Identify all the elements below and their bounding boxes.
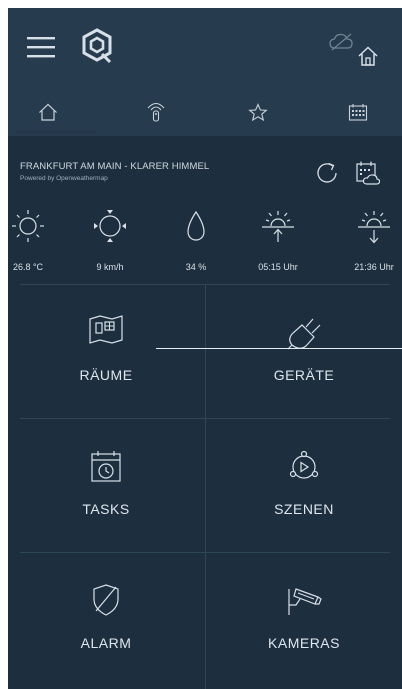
tile-label: TASKS	[82, 501, 130, 517]
weather-temperature: 26.8 °C	[8, 206, 58, 272]
floorplan-icon	[89, 315, 123, 344]
tab-home[interactable]	[8, 88, 88, 136]
menu-button[interactable]	[24, 30, 58, 64]
weather-sunrise: 05:15 Uhr	[248, 206, 308, 272]
tile-raeume[interactable]: RÄUME	[8, 285, 204, 419]
tab-remote[interactable]	[116, 88, 196, 136]
drag-line	[156, 348, 402, 349]
star-icon	[248, 102, 268, 121]
scene-play-icon	[289, 450, 319, 479]
tile-label: GERÄTE	[273, 367, 335, 383]
sunset-icon	[358, 211, 390, 244]
weather-attribution: Powered by Openweathermap	[20, 175, 108, 182]
weather-wind: 9 km/h	[80, 206, 140, 272]
security-camera-icon	[288, 588, 322, 615]
weather-humidity: 34 %	[166, 206, 226, 272]
top-bar	[8, 8, 402, 88]
logo-icon	[82, 28, 112, 64]
humidity-drop-icon	[187, 210, 205, 241]
hamburger-icon	[27, 37, 55, 58]
temperature-value: 26.8 °C	[12, 262, 44, 272]
tile-tasks[interactable]: TASKS	[8, 419, 204, 553]
refresh-icon	[317, 162, 337, 183]
home-outline-icon	[39, 103, 57, 121]
sun-icon	[12, 210, 44, 242]
tab-favorites[interactable]	[218, 88, 298, 136]
tile-alarm[interactable]: ALARM	[8, 553, 204, 687]
app-logo	[78, 26, 116, 66]
weather-forecast-button[interactable]	[352, 157, 384, 189]
tile-kameras[interactable]: KAMERAS	[206, 553, 402, 687]
sunrise-icon	[262, 211, 294, 242]
remote-signal-icon	[147, 102, 165, 122]
tile-label: RÄUME	[79, 367, 133, 383]
weather-location-title: FRANKFURT AM MAIN - KLARER HIMMEL	[20, 161, 210, 172]
sunset-value: 21:36 Uhr	[354, 262, 394, 272]
calendar-grid-icon	[348, 104, 368, 121]
tile-label: KAMERAS	[268, 635, 340, 651]
app-screen: FRANKFURT AM MAIN - KLARER HIMMEL Powere…	[8, 8, 402, 689]
sunrise-value: 05:15 Uhr	[258, 262, 298, 272]
calendar-clock-icon	[91, 451, 121, 482]
calendar-weather-icon	[356, 161, 381, 185]
wind-value: 9 km/h	[96, 262, 124, 272]
home-icon	[358, 46, 378, 66]
tile-szenen[interactable]: SZENEN	[206, 419, 402, 553]
plug-icon	[287, 318, 321, 350]
home-button[interactable]	[354, 42, 382, 70]
refresh-button[interactable]	[312, 158, 342, 188]
active-tab-indicator	[16, 131, 96, 133]
cloud-offline-button[interactable]	[328, 30, 356, 54]
cloud-off-icon	[329, 33, 353, 51]
weather-sunset: 21:36 Uhr	[344, 206, 402, 272]
tile-label: ALARM	[80, 635, 132, 651]
tab-calendar[interactable]	[318, 88, 398, 136]
shield-off-icon	[93, 584, 119, 616]
tab-bar	[8, 88, 402, 136]
wind-compass-icon	[94, 210, 126, 242]
humidity-value: 34 %	[185, 262, 207, 272]
tile-label: SZENEN	[274, 501, 334, 517]
tile-geraete[interactable]: GERÄTE	[206, 285, 402, 419]
